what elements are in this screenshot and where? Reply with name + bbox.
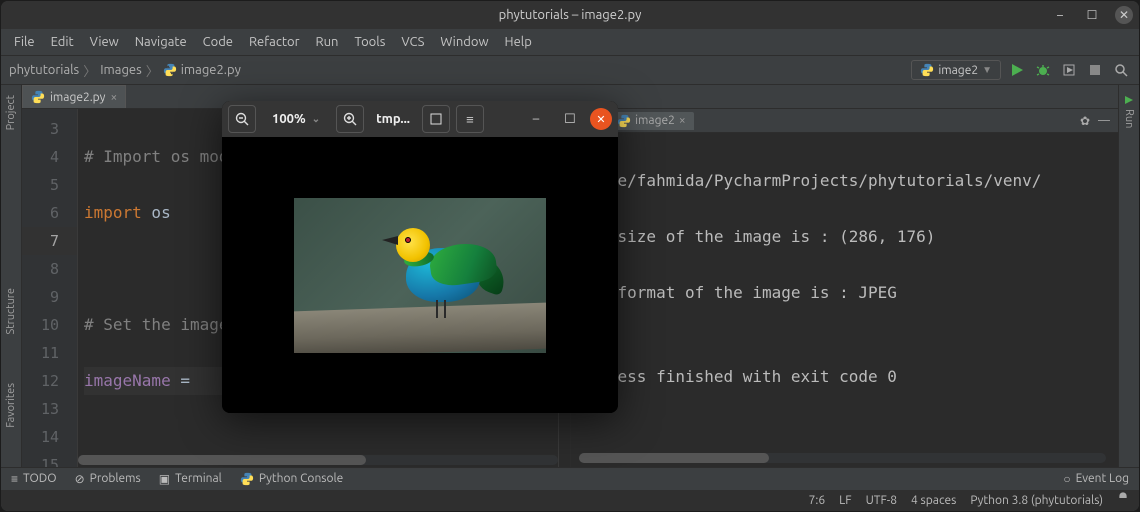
viewer-close-button[interactable]: ✕: [590, 108, 612, 130]
caret-position[interactable]: 7:6: [809, 494, 826, 507]
breadcrumb: phytutorials 〉 Images 〉 image2.py: [9, 61, 241, 80]
menu-code[interactable]: Code: [198, 33, 238, 51]
menu-help[interactable]: Help: [500, 33, 537, 51]
run-config-selector[interactable]: image2 ▼: [911, 60, 1001, 80]
indent-settings[interactable]: 4 spaces: [911, 494, 956, 507]
editor-gutter: 3 4 5 6 7 8 9 10 11 12 13 14 15: [22, 109, 78, 467]
line-separator[interactable]: LF: [839, 494, 851, 507]
breadcrumb-dir[interactable]: Images: [100, 63, 142, 77]
window-titlebar: phytutorials – image2.py – ☐ ✕: [1, 1, 1139, 29]
python-file-icon: [617, 114, 631, 128]
chevron-right-icon: 〉: [146, 61, 159, 80]
menu-file[interactable]: File: [9, 33, 40, 51]
chevron-right-icon: 〉: [83, 61, 96, 80]
viewer-menu-button[interactable]: ≡: [456, 105, 484, 133]
run-h-scrollbar[interactable]: [579, 453, 1106, 463]
image-viewer-title: tmp...: [370, 112, 416, 126]
file-encoding[interactable]: UTF-8: [866, 494, 897, 507]
bottom-toolwindow-bar: ≡TODO ⊘Problems ▣Terminal Python Console…: [1, 468, 1139, 490]
menu-vcs[interactable]: VCS: [396, 33, 429, 51]
toolwindow-structure-tab[interactable]: Structure: [5, 284, 17, 339]
image-viewer-canvas: [222, 137, 618, 413]
readonly-lock-icon[interactable]: [1117, 492, 1129, 509]
toolwindow-favorites-tab[interactable]: Favorites: [5, 379, 17, 432]
zoom-level-dropdown[interactable]: 100%⌄: [262, 112, 330, 126]
toolwindow-todo[interactable]: ≡TODO: [11, 472, 57, 486]
stop-button[interactable]: [1085, 60, 1105, 80]
editor-tab-label: image2.py: [50, 91, 105, 104]
run-tool-window: Run: image2 × ✿ — /home/fahmida/PycharmP…: [570, 109, 1118, 467]
window-close-button[interactable]: ✕: [1115, 6, 1133, 24]
zoom-in-button[interactable]: [336, 105, 364, 133]
menu-refactor[interactable]: Refactor: [244, 33, 305, 51]
toolwindow-terminal[interactable]: ▣Terminal: [159, 472, 222, 486]
python-file-icon: [31, 90, 45, 104]
chevron-down-icon: ⌄: [312, 113, 320, 125]
window-title: phytutorials – image2.py: [499, 8, 642, 22]
toolwindow-event-log[interactable]: ○Event Log: [1063, 472, 1129, 486]
window-minimize-button[interactable]: –: [1051, 6, 1069, 24]
right-tool-strip: Run: [1118, 85, 1139, 467]
window-maximize-button[interactable]: ☐: [1083, 6, 1101, 24]
viewer-minimize-button[interactable]: –: [528, 111, 544, 127]
displayed-image: [294, 198, 546, 353]
viewer-maximize-button[interactable]: ☐: [562, 111, 578, 127]
chevron-down-icon: ▼: [982, 64, 992, 76]
menu-tools[interactable]: Tools: [349, 33, 390, 51]
debug-button[interactable]: [1033, 60, 1053, 80]
run-tool-tab[interactable]: image2 ×: [609, 112, 694, 130]
run-config-label: image2: [938, 64, 978, 77]
hide-panel-icon[interactable]: —: [1098, 114, 1110, 128]
left-tool-strip: Project Structure Favorites: [1, 85, 22, 467]
menu-window[interactable]: Window: [435, 33, 493, 51]
image-viewer-toolbar: 100%⌄ tmp... ≡ – ☐ ✕: [222, 101, 618, 137]
python-file-icon: [920, 63, 934, 77]
close-icon[interactable]: ×: [679, 114, 686, 127]
python-interpreter[interactable]: Python 3.8 (phytutorials): [970, 494, 1103, 507]
close-tab-icon[interactable]: ×: [110, 91, 117, 104]
status-bar: 7:6 LF UTF-8 4 spaces Python 3.8 (phytut…: [1, 490, 1139, 512]
editor-h-scrollbar[interactable]: [78, 455, 558, 465]
zoom-out-button[interactable]: [228, 105, 256, 133]
main-menu-bar: File Edit View Navigate Code Refactor Ru…: [1, 29, 1139, 55]
run-tool-tab-label: image2: [635, 114, 675, 127]
fullscreen-button[interactable]: [422, 105, 450, 133]
toolwindow-python-console[interactable]: Python Console: [240, 472, 344, 486]
run-button[interactable]: [1007, 60, 1027, 80]
toolwindow-problems[interactable]: ⊘Problems: [75, 472, 141, 486]
menu-run[interactable]: Run: [311, 33, 344, 51]
breadcrumb-root[interactable]: phytutorials: [9, 63, 79, 77]
menu-edit[interactable]: Edit: [46, 33, 79, 51]
run-output[interactable]: /home/fahmida/PycharmProjects/phytutoria…: [571, 133, 1118, 467]
image-viewer-window[interactable]: 100%⌄ tmp... ≡ – ☐ ✕: [222, 101, 618, 413]
editor-tab-image2[interactable]: image2.py ×: [22, 85, 126, 108]
run-tool-header: Run: image2 × ✿ —: [571, 109, 1118, 133]
toolwindow-run-vertical-tab[interactable]: Run: [1123, 91, 1135, 132]
run-settings-icon[interactable]: ✿: [1080, 114, 1090, 128]
navigation-bar: phytutorials 〉 Images 〉 image2.py image2…: [1, 55, 1139, 85]
toolwindow-project-tab[interactable]: Project: [5, 91, 17, 134]
run-with-coverage-button[interactable]: [1059, 60, 1079, 80]
python-file-icon: [163, 63, 177, 77]
search-everywhere-button[interactable]: [1111, 60, 1131, 80]
menu-navigate[interactable]: Navigate: [130, 33, 192, 51]
breadcrumb-file[interactable]: image2.py: [181, 63, 241, 77]
menu-view[interactable]: View: [85, 33, 124, 51]
